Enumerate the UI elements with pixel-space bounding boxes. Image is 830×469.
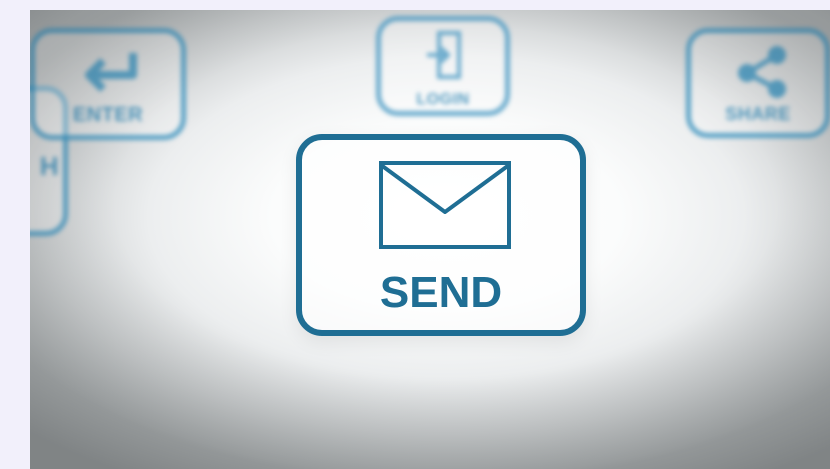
enter-button[interactable]: ENTER	[30, 28, 186, 140]
login-button-label: LOGIN	[416, 91, 470, 108]
share-button-label: SHARE	[725, 104, 791, 124]
envelope-icon	[379, 161, 511, 249]
send-button-label: SEND	[379, 268, 503, 317]
partial-button-label: H	[39, 151, 59, 181]
button-scene: H ENTER LOGIN SHARE SEND	[30, 10, 830, 469]
share-icon	[738, 46, 786, 98]
screenshot-frame: H ENTER LOGIN SHARE SEND	[0, 0, 830, 469]
send-button[interactable]: SEND	[296, 134, 586, 336]
share-button[interactable]: SHARE	[686, 28, 830, 138]
enter-button-label: ENTER	[72, 104, 144, 126]
enter-arrow-icon	[85, 53, 137, 92]
login-button[interactable]: LOGIN	[376, 16, 510, 116]
login-door-icon	[427, 31, 461, 79]
